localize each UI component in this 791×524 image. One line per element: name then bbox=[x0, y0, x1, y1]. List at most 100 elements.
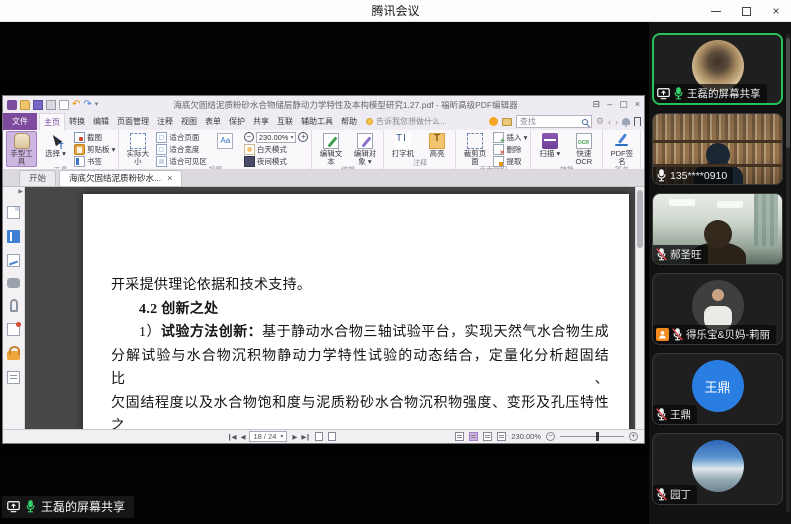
security-icon[interactable] bbox=[7, 351, 20, 360]
ribbon-tab-视图[interactable]: 视图 bbox=[177, 113, 201, 130]
close-button[interactable]: × bbox=[761, 0, 791, 22]
bell-icon[interactable] bbox=[622, 118, 630, 125]
attachments-icon[interactable] bbox=[10, 299, 18, 312]
zoom-level-select[interactable]: 230.00%▾ bbox=[256, 132, 297, 143]
gear-icon[interactable]: ⚙ bbox=[596, 116, 604, 127]
open-file-icon[interactable] bbox=[20, 100, 30, 110]
zoom-slider[interactable] bbox=[560, 436, 624, 437]
tool-bookmark[interactable]: 书签 bbox=[74, 156, 115, 166]
tool-ocr[interactable]: 快速OCR bbox=[568, 131, 599, 167]
tool-snapshot[interactable]: 截图 bbox=[74, 132, 115, 142]
tool-highlight[interactable]: 高亮 bbox=[421, 131, 452, 160]
ribbon-tab-辅助工具[interactable]: 辅助工具 bbox=[297, 113, 337, 130]
scrollbar-thumb[interactable] bbox=[637, 190, 643, 248]
pdf-close-icon[interactable]: × bbox=[635, 100, 640, 109]
view-mode-4-icon[interactable] bbox=[497, 432, 506, 441]
export-icon[interactable] bbox=[502, 118, 512, 126]
ribbon-tab-文件[interactable]: 文件 bbox=[3, 113, 37, 130]
sidebar-scrollbar-thumb[interactable] bbox=[786, 38, 790, 148]
nav-collapse-arrow[interactable]: ▶ bbox=[18, 188, 23, 195]
doc-tab-current[interactable]: 海底欠固结泥质粉砂水... × bbox=[59, 170, 182, 186]
pdf-restore-icon[interactable]: ▢ bbox=[619, 100, 628, 109]
form-fields-icon[interactable] bbox=[7, 323, 20, 336]
tool-edit-text[interactable]: 编辑文本 bbox=[315, 131, 346, 167]
tool-edit-object[interactable]: 编辑对象 ▾ bbox=[349, 131, 380, 167]
prev-arrow-icon[interactable]: ‹ bbox=[608, 117, 611, 127]
close-tab-icon[interactable]: × bbox=[167, 174, 172, 183]
bookmarks-icon[interactable] bbox=[7, 230, 20, 243]
tool-actual-size[interactable]: 实际大小 bbox=[122, 131, 153, 167]
pdf-minimize-icon[interactable]: – bbox=[607, 100, 612, 109]
tool-insert[interactable]: 插入 ▾ bbox=[493, 132, 527, 142]
zoom-out-button[interactable]: − bbox=[546, 432, 555, 441]
undo-icon[interactable]: ↶ bbox=[72, 100, 80, 110]
save-icon[interactable] bbox=[33, 100, 43, 110]
ribbon-tab-编辑[interactable]: 编辑 bbox=[89, 113, 113, 130]
view-mode-2-icon[interactable] bbox=[469, 432, 478, 441]
zoom-out-icon[interactable] bbox=[244, 132, 254, 142]
redo-icon[interactable]: ↷ bbox=[83, 100, 91, 110]
tool-scan[interactable]: 扫描 ▾ bbox=[534, 131, 565, 167]
ribbon-tab-保护[interactable]: 保护 bbox=[225, 113, 249, 130]
ribbon-tab-帮助[interactable]: 帮助 bbox=[337, 113, 361, 130]
tool-crop[interactable]: 裁剪页面 bbox=[459, 131, 490, 167]
prev-page-button[interactable]: ◀ bbox=[240, 433, 244, 441]
mail-icon[interactable] bbox=[59, 100, 69, 110]
doc-tab-start[interactable]: 开始 bbox=[19, 170, 56, 186]
tool-extract[interactable]: 提取 bbox=[493, 156, 527, 166]
page-number-box[interactable]: 18 / 24 ▾ bbox=[249, 431, 287, 442]
text-segment: 开采提供理论依据和技术支持。 bbox=[111, 278, 311, 293]
tool-pdf-sign[interactable]: PDF签名 bbox=[606, 131, 637, 167]
minimize-button[interactable] bbox=[701, 0, 731, 22]
ribbon-tab-转换[interactable]: 转换 bbox=[65, 113, 89, 130]
page-thumbnails-icon[interactable] bbox=[7, 206, 20, 219]
tool-fit-page[interactable]: 适合页面 bbox=[156, 132, 207, 142]
zoom-slider-handle[interactable] bbox=[596, 432, 599, 441]
participant-tile[interactable]: 得乐宝&贝妈-莉丽 bbox=[652, 273, 783, 345]
participant-tile[interactable]: 郝圣旺 bbox=[652, 193, 783, 265]
ribbon-tab-页面管理[interactable]: 页面管理 bbox=[113, 113, 153, 130]
tool-clipboard[interactable]: 剪贴板 ▾ bbox=[74, 144, 115, 154]
ribbon-tab-共享[interactable]: 共享 bbox=[249, 113, 273, 130]
sidebar-scrollbar[interactable] bbox=[786, 34, 790, 512]
participant-tile[interactable]: 135****0910 bbox=[652, 113, 783, 185]
bookmark-flag-icon[interactable] bbox=[634, 117, 641, 126]
tool-cursor[interactable]: 选择 ▾ bbox=[40, 131, 71, 167]
maximize-button[interactable] bbox=[731, 0, 761, 22]
tell-me-box[interactable]: 告诉我您想做什么... bbox=[361, 113, 452, 130]
last-page-button[interactable]: ▶❙ bbox=[301, 433, 309, 441]
view-mode-1-icon[interactable] bbox=[455, 432, 464, 441]
ribbon-tab-表单[interactable]: 表单 bbox=[201, 113, 225, 130]
comments-icon[interactable] bbox=[7, 278, 20, 288]
tool-night-mode[interactable]: 夜间模式 bbox=[244, 156, 309, 166]
print-icon[interactable] bbox=[46, 100, 56, 110]
vertical-scrollbar[interactable] bbox=[635, 187, 644, 429]
find-box[interactable]: 查找 bbox=[516, 115, 592, 128]
tool-fit-visible[interactable]: 适合可见区 bbox=[156, 156, 207, 166]
next-page-button[interactable]: ▶ bbox=[292, 433, 296, 441]
tool-typewriter[interactable]: 打字机 bbox=[387, 131, 418, 160]
zoom-in-icon[interactable] bbox=[298, 132, 308, 142]
participant-tile[interactable]: 园丁 bbox=[652, 433, 783, 505]
document-canvas[interactable]: 开采提供理论依据和技术支持。4.2 创新之处1）试验方法创新：基于静动水合物三轴… bbox=[25, 187, 635, 429]
tool-delete[interactable]: 删除 bbox=[493, 144, 527, 154]
ribbon-tab-互联[interactable]: 互联 bbox=[273, 113, 297, 130]
layers-icon[interactable] bbox=[7, 371, 20, 384]
tool-day-mode[interactable]: 白天模式 bbox=[244, 144, 309, 154]
single-page-view-icon[interactable] bbox=[315, 432, 323, 441]
first-page-button[interactable]: ❙◀ bbox=[227, 433, 235, 441]
view-mode-3-icon[interactable] bbox=[483, 432, 492, 441]
participant-tile[interactable]: 王鼎王鼎 bbox=[652, 353, 783, 425]
tool-hand[interactable]: 手型工具 bbox=[6, 131, 37, 167]
ribbon-tab-注释[interactable]: 注释 bbox=[153, 113, 177, 130]
help-orange-icon[interactable] bbox=[489, 117, 498, 126]
participant-tile[interactable]: 王磊的屏幕共享 bbox=[652, 33, 783, 105]
tool-reflow[interactable] bbox=[210, 131, 241, 167]
ribbon-tab-主页[interactable]: 主页 bbox=[39, 113, 65, 130]
continuous-view-icon[interactable] bbox=[328, 432, 336, 441]
signatures-icon[interactable] bbox=[7, 254, 20, 267]
tool-fit-width[interactable]: 适合宽度 bbox=[156, 144, 207, 154]
next-arrow-icon[interactable]: › bbox=[615, 117, 618, 127]
zoom-in-button[interactable]: + bbox=[629, 432, 638, 441]
ribbon-toggle-icon[interactable]: ⊟ bbox=[593, 100, 601, 109]
